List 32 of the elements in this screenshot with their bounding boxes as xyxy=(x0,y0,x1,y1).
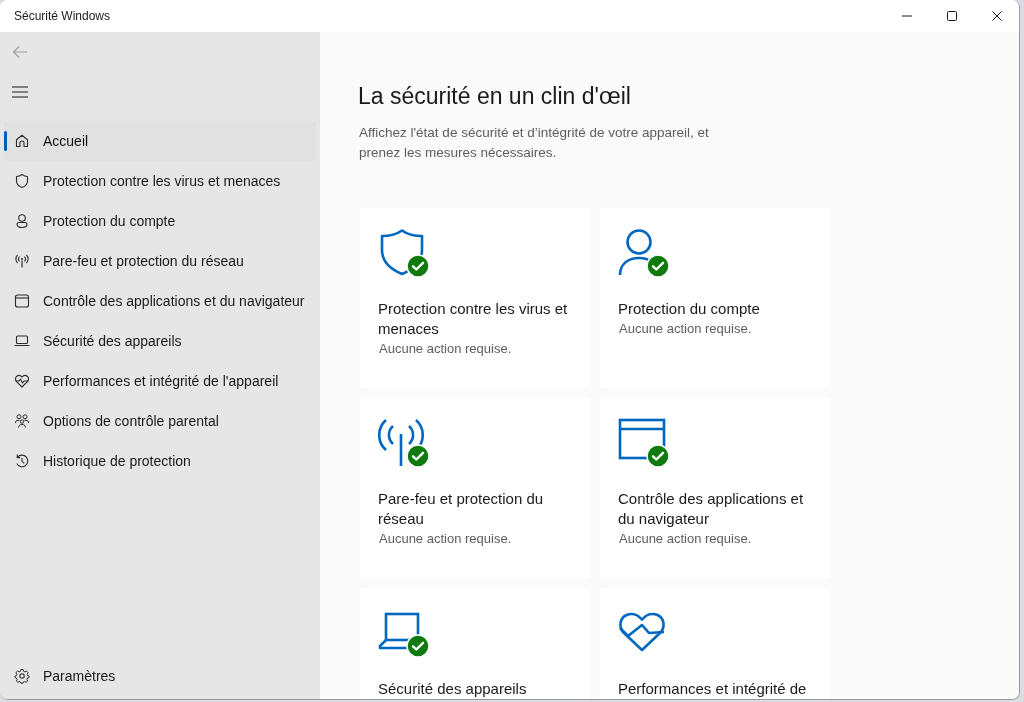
close-icon xyxy=(991,11,1002,21)
heartbeat-icon xyxy=(14,373,30,389)
page-description: Affichez l'état de sécurité et d’intégrité de votre appareil, et prenez les mesures nécessaires. xyxy=(359,124,710,162)
card-title: Protection contre les virus et menaces xyxy=(378,299,569,339)
shield-icon xyxy=(14,173,30,189)
card-status: Aucune action requise. xyxy=(379,340,512,358)
nav-item[interactable]: Accueil xyxy=(4,121,316,161)
laptop-icon xyxy=(14,333,30,349)
card-title: Pare-feu et protection du réseau xyxy=(378,489,545,529)
history-icon xyxy=(14,453,30,469)
page-heading: La sécurité en un clin d'œil xyxy=(358,82,631,111)
maximize-icon xyxy=(946,11,957,21)
nav-item[interactable]: Paramètres xyxy=(4,656,316,696)
home-icon xyxy=(14,133,30,149)
menu-icon xyxy=(12,86,28,98)
card-status: Aucune action requise. xyxy=(379,530,512,548)
window-icon xyxy=(14,293,30,309)
card-title: Protection du compte xyxy=(618,299,761,319)
card-title: Contrôle des applications et du navigateur xyxy=(618,489,805,529)
person-icon xyxy=(14,213,30,229)
card-title: Sécurité des appareils xyxy=(378,679,528,699)
gear-icon xyxy=(14,668,30,684)
window-title: Sécurité Windows xyxy=(14,8,111,25)
card-status: Aucune action requise. xyxy=(619,530,752,548)
card-title: Performances et intégrité de xyxy=(618,679,808,699)
back-arrow-icon xyxy=(12,44,28,60)
shield-icon xyxy=(378,228,426,276)
family-icon xyxy=(14,413,30,429)
antenna-icon xyxy=(378,418,426,466)
selection-indicator-icon xyxy=(4,131,7,151)
antenna-icon xyxy=(14,253,30,269)
card-status: Aucune action requise. xyxy=(619,320,752,338)
